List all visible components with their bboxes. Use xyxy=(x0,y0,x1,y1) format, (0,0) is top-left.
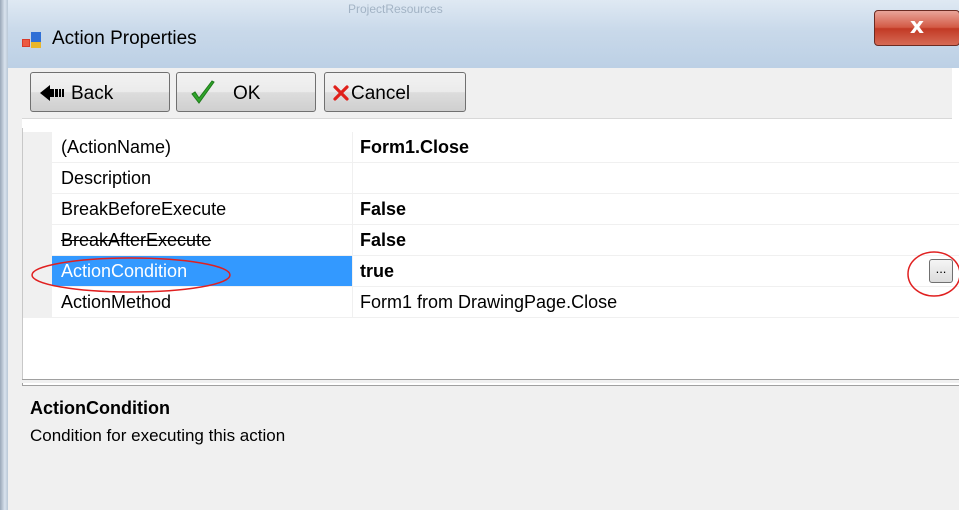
property-grid: (ActionName) Form1.Close Description Bre… xyxy=(22,128,959,379)
window-title: Action Properties xyxy=(52,28,197,49)
property-row-breakafterexecute[interactable]: BreakAfterExecute False xyxy=(23,225,959,256)
back-button[interactable]: Back xyxy=(30,72,170,112)
title-bar[interactable]: ProjectResources Action Properties x xyxy=(8,0,959,68)
row-margin xyxy=(23,163,52,194)
window-left-edge xyxy=(0,0,8,510)
property-name-selected: ActionCondition xyxy=(52,256,352,287)
row-margin xyxy=(23,194,52,225)
ok-button[interactable]: OK xyxy=(176,72,316,112)
property-row-actionname[interactable]: (ActionName) Form1.Close xyxy=(23,132,959,163)
property-row-breakbeforeexecute[interactable]: BreakBeforeExecute False xyxy=(23,194,959,225)
help-pane: ActionCondition Condition for executing … xyxy=(22,385,959,510)
row-margin xyxy=(23,256,52,287)
property-name: BreakAfterExecute xyxy=(52,225,352,256)
property-value[interactable]: Form1.Close xyxy=(353,132,959,163)
cancel-button[interactable]: Cancel xyxy=(324,72,466,112)
property-value[interactable]: False xyxy=(353,225,959,256)
ellipsis-button[interactable]: ... xyxy=(929,259,953,283)
close-icon: x xyxy=(909,14,925,39)
row-margin xyxy=(23,287,52,318)
property-value[interactable]: Form1 from DrawingPage.Close xyxy=(353,287,959,318)
row-margin xyxy=(23,132,52,163)
cancel-x-icon xyxy=(333,85,349,101)
row-margin xyxy=(23,225,52,256)
property-value[interactable]: False xyxy=(353,194,959,225)
cancel-button-label: Cancel xyxy=(351,83,411,104)
checkmark-icon xyxy=(191,80,215,104)
help-title: ActionCondition xyxy=(30,398,170,418)
back-arrow-icon xyxy=(40,85,64,101)
ok-button-label: OK xyxy=(233,83,261,104)
app-properties-icon xyxy=(22,32,41,48)
property-name: (ActionName) xyxy=(52,132,352,163)
property-value[interactable]: true xyxy=(353,256,959,287)
property-row-actionmethod[interactable]: ActionMethod Form1 from DrawingPage.Clos… xyxy=(23,287,959,318)
close-button[interactable]: x xyxy=(874,10,959,46)
toolbar: Back OK Cancel xyxy=(22,68,952,119)
property-name: BreakBeforeExecute xyxy=(52,194,352,225)
property-row-description[interactable]: Description xyxy=(23,163,959,194)
back-button-label: Back xyxy=(71,83,114,104)
property-name: ActionMethod xyxy=(52,287,352,318)
background-caption: ProjectResources xyxy=(348,2,443,16)
grid-splitter[interactable] xyxy=(22,379,959,383)
action-properties-window: ProjectResources Action Properties x Bac… xyxy=(0,0,959,510)
property-value[interactable] xyxy=(353,163,959,194)
help-description: Condition for executing this action xyxy=(30,426,286,445)
property-name: Description xyxy=(52,163,352,194)
property-row-actioncondition[interactable]: ActionCondition true ... xyxy=(23,256,959,287)
